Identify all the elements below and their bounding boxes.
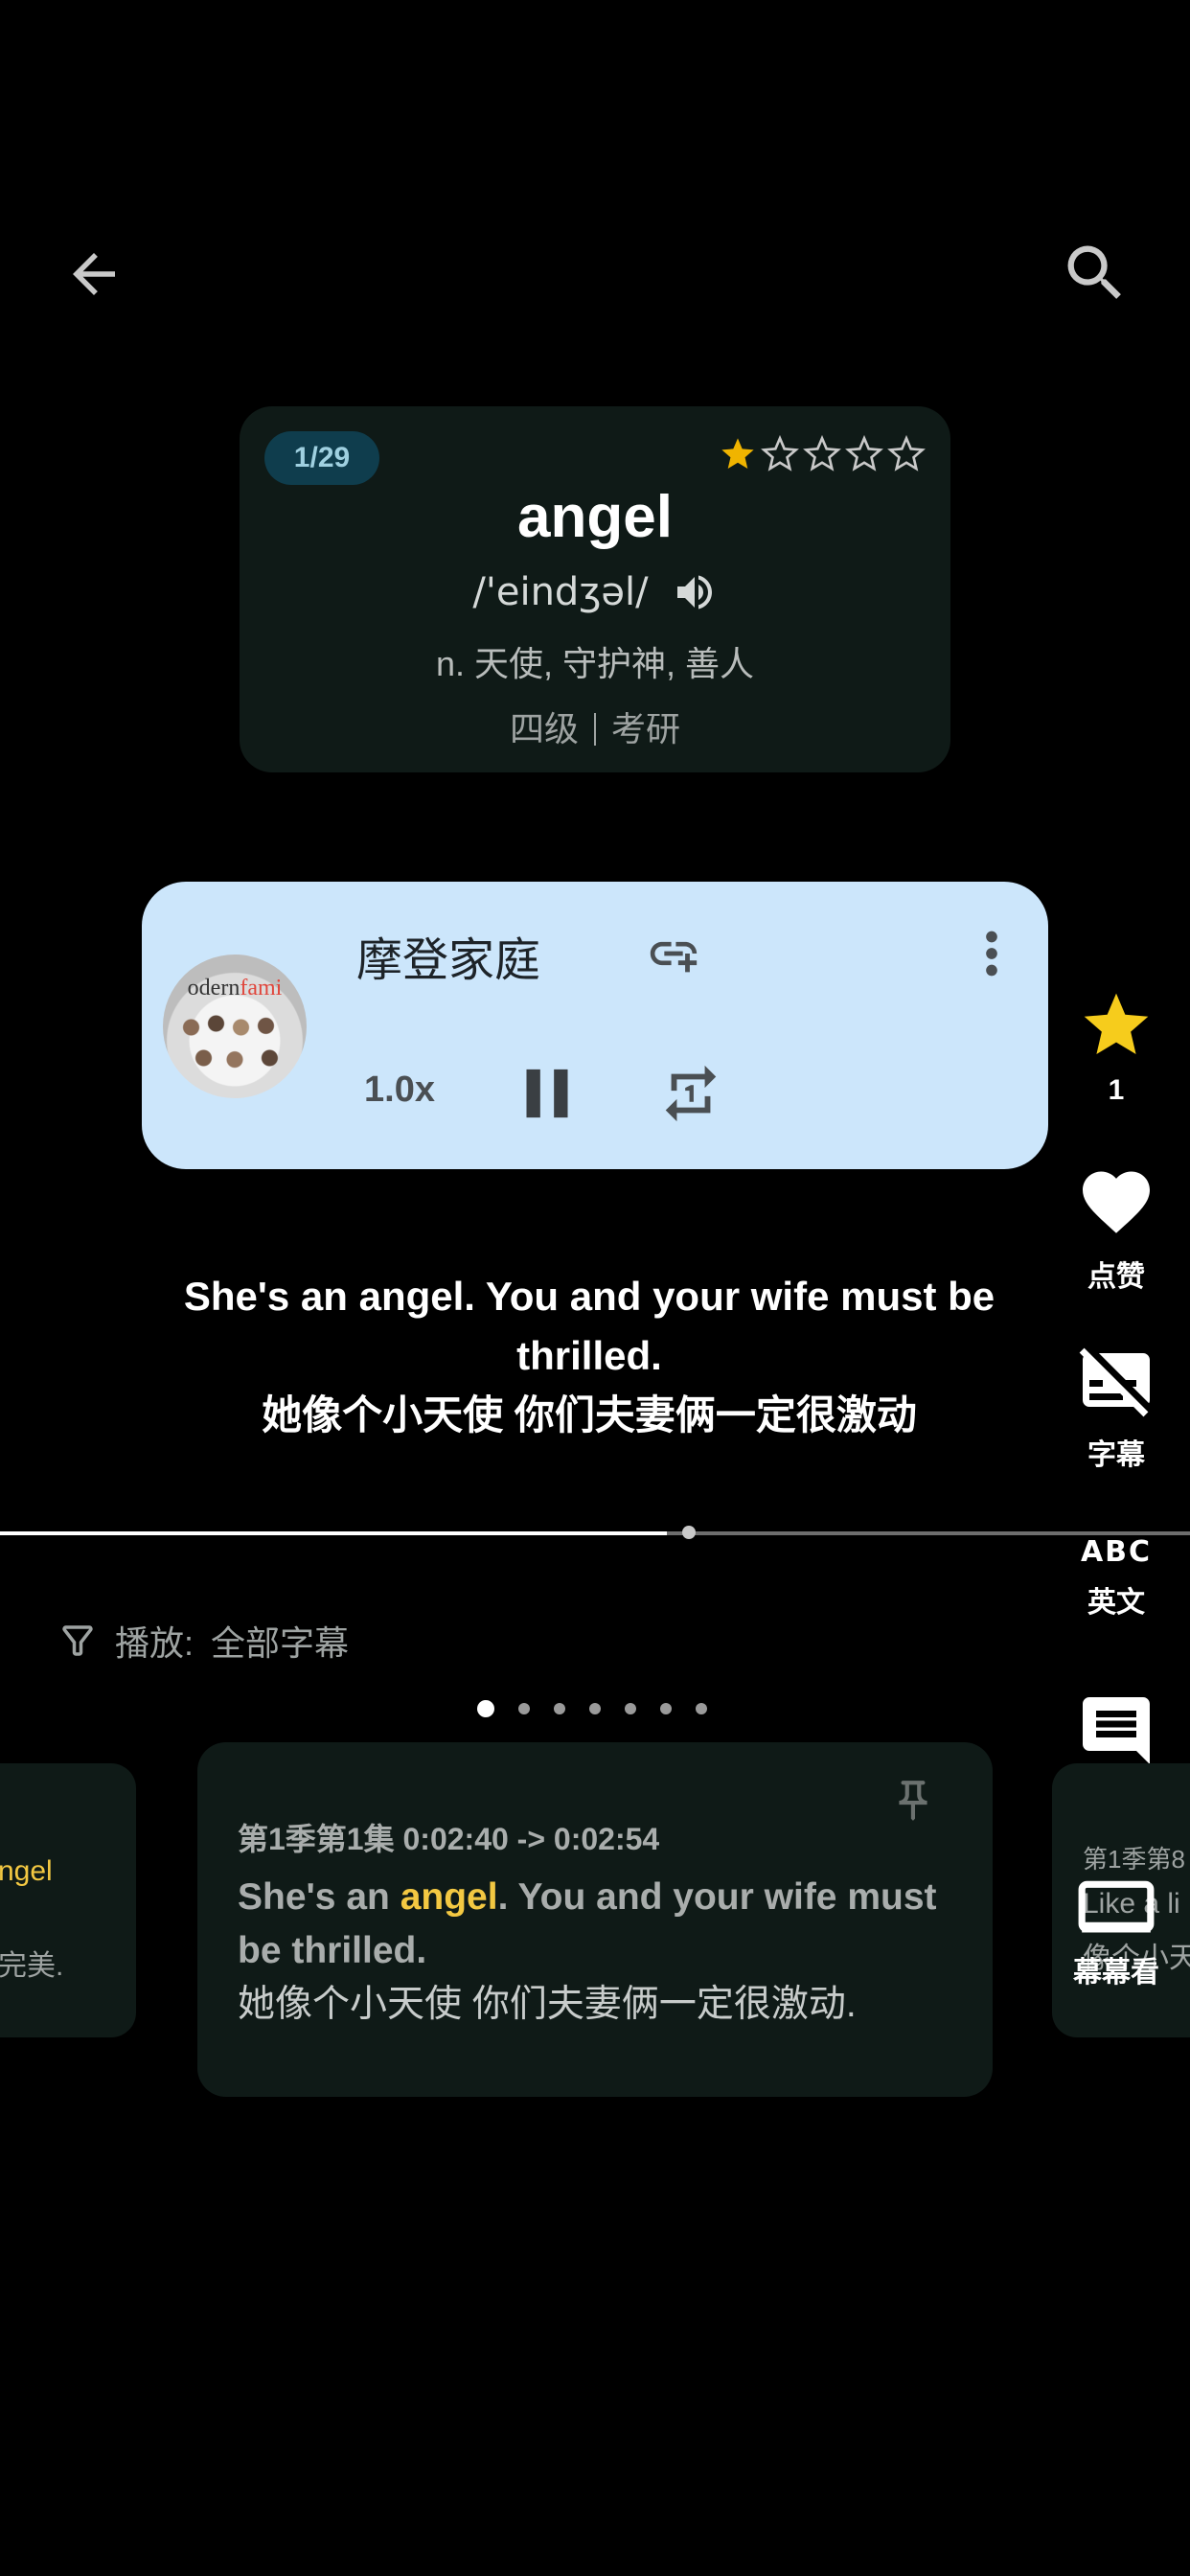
star-outline-icon[interactable] [803, 435, 841, 473]
card-text: ngel [0, 1855, 53, 1887]
current-subtitle[interactable]: She's an angel. You and your wife must b… [115, 1267, 1064, 1445]
star-icon [1084, 993, 1149, 1054]
subtitle-chinese: 她像个小天使 你们夫妻俩一定很激动 [262, 1392, 917, 1438]
search-button[interactable] [1052, 230, 1138, 316]
subtitle-label: 字幕 [1087, 1439, 1145, 1471]
filter-icon [62, 1625, 93, 1656]
filter-label: 播放: [115, 1623, 195, 1663]
playback-filter[interactable]: 播放: 全部字幕 [57, 1616, 349, 1666]
subtitle-card-previous[interactable]: ngel 完美. [0, 1763, 136, 2037]
screen-view-label: 幕幕看 [1073, 1957, 1159, 1989]
comment-icon [1083, 1697, 1150, 1764]
star-rating[interactable] [719, 435, 926, 473]
screen-view-button[interactable]: 幕幕看 [1064, 1876, 1169, 1990]
english-toggle-button[interactable]: ABC 英文 [1064, 1535, 1169, 1621]
word-levels: 四级 考研 [240, 702, 950, 751]
repeat-one-icon[interactable] [657, 1060, 724, 1127]
page-dot[interactable] [554, 1703, 565, 1714]
pause-icon[interactable] [506, 1052, 588, 1135]
progress-fill [0, 1531, 667, 1535]
page-dot[interactable] [477, 1700, 494, 1717]
search-icon [1067, 245, 1121, 299]
card-episode-time: 第1季第1集 0:02:40 -> 0:02:54 [238, 1822, 660, 1856]
star-outline-icon[interactable] [887, 435, 926, 473]
playback-progress-bar[interactable] [0, 1526, 1190, 1539]
abc-icon: ABC [1080, 1535, 1153, 1569]
like-button[interactable]: 点赞 [1064, 1162, 1169, 1295]
subtitle-english: She's an angel. You and your wife must b… [183, 1274, 995, 1378]
level-divider [594, 713, 596, 746]
speaker-icon[interactable] [672, 569, 718, 615]
word-counter-badge: 1/29 [264, 431, 379, 485]
word-definition: n. 天使, 守护神, 善人 [435, 644, 755, 683]
more-vert-icon[interactable] [958, 920, 1025, 987]
show-title[interactable]: 摩登家庭 [356, 922, 540, 989]
english-label: 英文 [1087, 1587, 1145, 1619]
page-dot[interactable] [660, 1703, 672, 1714]
star-outline-icon[interactable] [845, 435, 883, 473]
playback-speed-button[interactable]: 1.0x [364, 1070, 435, 1111]
highlighted-word: angel [400, 1876, 498, 1918]
card-text: 完美. [0, 1950, 64, 1982]
subtitle-card-current[interactable]: 第1季第1集 0:02:40 -> 0:02:54 She's an angel… [197, 1742, 993, 2097]
page-dot[interactable] [589, 1703, 601, 1714]
cover-logo: odernfami [187, 976, 283, 1000]
arrow-left-icon [73, 253, 115, 295]
heart-icon [1083, 1171, 1150, 1233]
cover-photo [172, 1004, 297, 1081]
card-meta: 第1季第8 [1083, 1845, 1185, 1874]
level-tag: 四级 [509, 709, 579, 748]
progress-handle[interactable] [681, 1526, 696, 1539]
page-dot[interactable] [696, 1703, 707, 1714]
level-tag: 考研 [611, 709, 681, 748]
word-title: angel [517, 484, 673, 550]
star-outline-icon[interactable] [761, 435, 799, 473]
star-filled-icon[interactable] [719, 435, 757, 473]
pin-icon[interactable] [889, 1777, 937, 1825]
screen-icon [1078, 1880, 1155, 1933]
word-phonetic: /'eindʒəl/ [472, 570, 649, 614]
filter-value: 全部字幕 [211, 1623, 350, 1663]
link-add-icon[interactable] [646, 926, 701, 981]
like-label: 点赞 [1087, 1261, 1145, 1293]
subtitle-toggle-button[interactable]: 字幕 [1064, 1340, 1169, 1473]
media-player-card: odernfami 摩登家庭 1.0x [142, 882, 1048, 1169]
page-dot[interactable] [625, 1703, 636, 1714]
show-cover-image[interactable]: odernfami [163, 954, 307, 1098]
word-card[interactable]: 1/29 angel /'eindʒəl/ n. 天使, 守护神, 善人 四级考… [240, 406, 950, 772]
back-button[interactable] [54, 234, 134, 314]
card-text-part: She's an [238, 1876, 400, 1918]
page-dot[interactable] [518, 1703, 530, 1714]
page-indicator [477, 1700, 707, 1717]
favorite-button[interactable]: 1 [1064, 987, 1169, 1107]
favorite-count: 1 [1108, 1074, 1125, 1106]
card-chinese-text: 她像个小天使 你们夫妻俩一定很激动. [238, 1984, 857, 2025]
subtitles-off-icon [1079, 1347, 1150, 1417]
card-subtitle-text: She's an angel. You and your wife must b… [238, 1871, 954, 2032]
